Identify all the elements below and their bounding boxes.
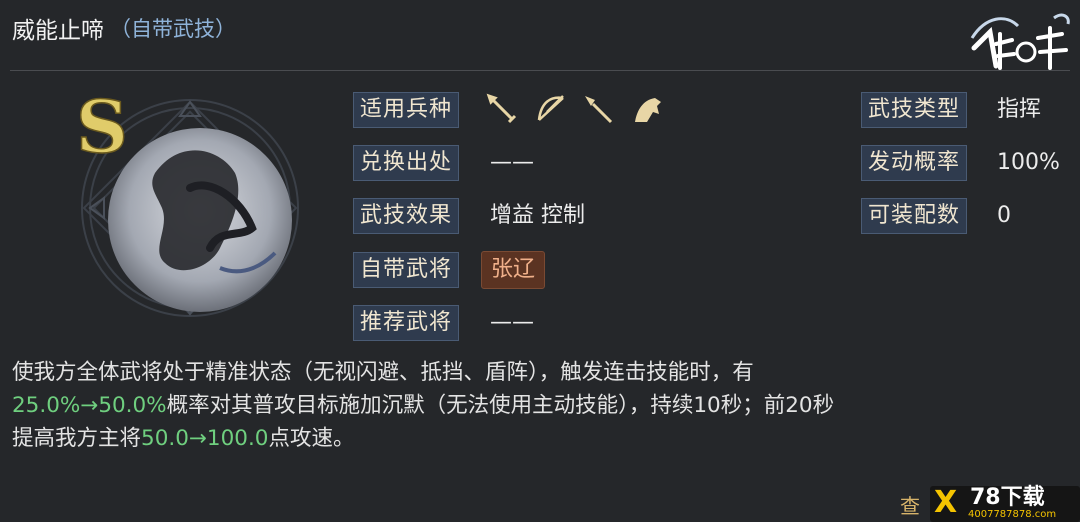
watermark-x-icon: X: [934, 485, 958, 520]
type-value: 指挥: [997, 97, 1042, 122]
skill-emblem: S: [75, 83, 299, 317]
game-logo: [970, 13, 1070, 70]
site-watermark: X 78下载 4007787878.com: [930, 486, 1080, 522]
attack-speed-highlight: 50.0→100.0: [141, 426, 269, 451]
header-divider: [10, 70, 1070, 71]
effect-value: 增益 控制: [490, 203, 585, 228]
skill-subtype: （自带武技）: [110, 17, 236, 41]
troop-icons: [485, 92, 665, 126]
equip-value: 0: [997, 203, 1011, 228]
general-label: 自带武将: [353, 252, 460, 288]
watermark-sub-text: 4007787878.com: [968, 509, 1057, 520]
sword-icon: [485, 92, 521, 126]
chance-label: 发动概率: [861, 145, 968, 181]
description-line-3: 提高我方主将50.0→100.0点攻速。: [12, 422, 1062, 455]
effect-label: 武技效果: [353, 198, 460, 234]
skill-name: 威能止啼: [12, 18, 104, 44]
exchange-value: ——: [490, 150, 534, 175]
general-badge[interactable]: 张辽: [481, 251, 546, 289]
title-row: 威能止啼 （自带武技）: [12, 10, 236, 46]
horse-icon: [629, 92, 665, 126]
skill-description: 使我方全体武将处于精准状态（无视闪避、抵挡、盾阵），触发连击技能时，有 25.0…: [12, 356, 1062, 455]
type-label: 武技类型: [861, 92, 968, 128]
bow-icon: [533, 92, 569, 126]
exchange-label: 兑换出处: [353, 145, 460, 181]
watermark-main-text: 78下载: [970, 485, 1045, 510]
recommend-label: 推荐武将: [353, 305, 460, 341]
description-line-2-rest: 概率对其普攻目标施加沉默（无法使用主动技能），持续10秒；前20秒: [166, 393, 835, 418]
spear-icon: [581, 92, 617, 126]
chance-value: 100%: [997, 150, 1060, 175]
recommend-value: ——: [490, 310, 534, 335]
troop-label: 适用兵种: [353, 92, 460, 128]
grade-letter: S: [76, 84, 128, 169]
view-details-link[interactable]: 查: [900, 490, 920, 519]
description-line-1: 使我方全体武将处于精准状态（无视闪避、抵挡、盾阵），触发连击技能时，有: [12, 360, 754, 385]
description-line-3-pre: 提高我方主将: [12, 426, 142, 451]
description-line-3-post: 点攻速。: [268, 426, 355, 451]
rate-highlight: 25.0%→50.0%: [12, 393, 167, 418]
description-line-2: 25.0%→50.0%概率对其普攻目标施加沉默（无法使用主动技能），持续10秒；…: [12, 389, 1062, 422]
equip-label: 可装配数: [861, 198, 968, 234]
